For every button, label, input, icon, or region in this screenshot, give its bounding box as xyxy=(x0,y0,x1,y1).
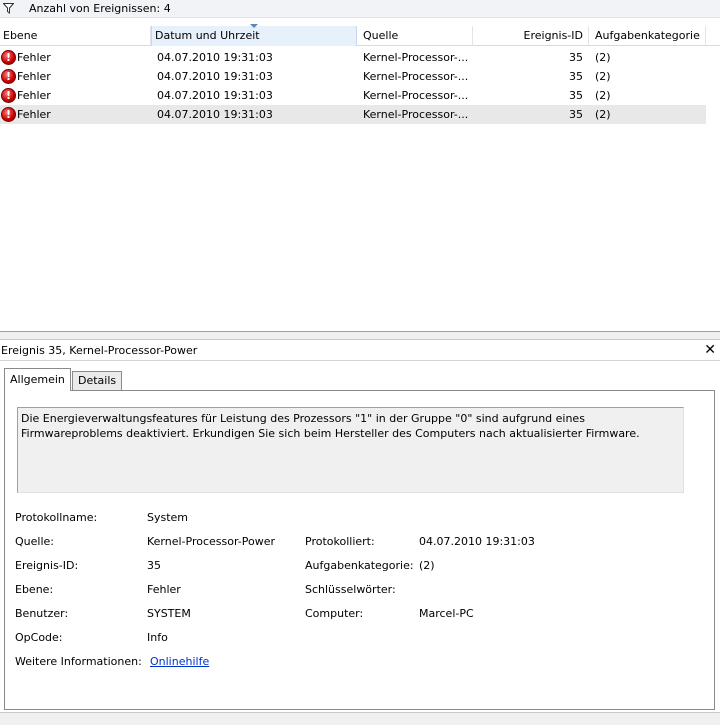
cell-source: Kernel-Processor-... xyxy=(363,70,469,83)
column-header-datum-label: Datum und Uhrzeit xyxy=(155,29,260,42)
onlinehilfe-link[interactable]: Onlinehilfe xyxy=(150,655,209,668)
cell-category: (2) xyxy=(595,89,611,102)
label-protokolliert: Protokolliert: xyxy=(305,535,375,548)
value-quelle: Kernel-Processor-Power xyxy=(147,535,276,548)
table-row-selected[interactable]: ! Fehler 04.07.2010 19:31:03 Kernel-Proc… xyxy=(0,105,706,124)
value-ereignis-id: 35 xyxy=(147,559,161,572)
label-ebene: Ebene: xyxy=(15,583,54,596)
cell-source: Kernel-Processor-... xyxy=(363,108,469,121)
value-protokollname: System xyxy=(147,511,189,524)
error-icon: ! xyxy=(1,50,16,65)
column-header-aufgabenkategorie[interactable]: Aufgabenkategorie xyxy=(589,26,706,46)
cell-datetime: 04.07.2010 19:31:03 xyxy=(157,108,273,121)
filter-funnel-icon[interactable] xyxy=(3,3,14,14)
event-message-box[interactable]: Die Energieverwaltungsfeatures für Leist… xyxy=(17,407,684,493)
cell-category: (2) xyxy=(595,108,611,121)
cell-level: Fehler xyxy=(17,108,51,121)
label-opcode: OpCode: xyxy=(15,631,63,644)
column-header-quelle[interactable]: Quelle xyxy=(357,26,473,46)
cell-source: Kernel-Processor-... xyxy=(363,89,469,102)
pane-splitter[interactable] xyxy=(0,331,720,340)
value-ebene: Fehler xyxy=(147,583,181,596)
cell-event-id: 35 xyxy=(569,89,583,102)
error-icon: ! xyxy=(1,88,16,103)
event-list-header: Ebene Datum und Uhrzeit Quelle Ereignis-… xyxy=(0,24,720,46)
cell-event-id: 35 xyxy=(569,70,583,83)
label-aufgabenkategorie: Aufgabenkategorie: xyxy=(305,559,414,572)
label-quelle: Quelle: xyxy=(15,535,54,548)
label-protokollname: Protokollname: xyxy=(15,511,98,524)
label-ereignis-id: Ereignis-ID: xyxy=(15,559,79,572)
column-header-datum[interactable]: Datum und Uhrzeit xyxy=(151,24,357,46)
error-icon: ! xyxy=(1,107,16,122)
cell-datetime: 04.07.2010 19:31:03 xyxy=(157,70,273,83)
column-header-ebene[interactable]: Ebene xyxy=(0,26,151,46)
table-row[interactable]: ! Fehler 04.07.2010 19:31:03 Kernel-Proc… xyxy=(0,86,706,105)
label-weitere-informationen: Weitere Informationen: xyxy=(15,655,142,668)
label-schluesselwoerter: Schlüsselwörter: xyxy=(305,583,396,596)
cell-datetime: 04.07.2010 19:31:03 xyxy=(157,51,273,64)
cell-event-id: 35 xyxy=(569,51,583,64)
value-computer: Marcel-PC xyxy=(419,607,474,620)
detail-tabs: Allgemein Details xyxy=(0,368,720,391)
cell-datetime: 04.07.2010 19:31:03 xyxy=(157,89,273,102)
value-aufgabenkategorie: (2) xyxy=(419,559,435,572)
event-list: ! Fehler 04.07.2010 19:31:03 Kernel-Proc… xyxy=(0,47,720,331)
cell-event-id: 35 xyxy=(569,108,583,121)
detail-pane-header: Ereignis 35, Kernel-Processor-Power ✕ xyxy=(0,341,720,361)
error-icon: ! xyxy=(1,69,16,84)
cell-category: (2) xyxy=(595,51,611,64)
cell-level: Fehler xyxy=(17,51,51,64)
table-row[interactable]: ! Fehler 04.07.2010 19:31:03 Kernel-Proc… xyxy=(0,67,706,86)
table-row[interactable]: ! Fehler 04.07.2010 19:31:03 Kernel-Proc… xyxy=(0,48,706,67)
cell-category: (2) xyxy=(595,70,611,83)
label-computer: Computer: xyxy=(305,607,364,620)
status-bar xyxy=(0,712,720,725)
tab-details[interactable]: Details xyxy=(72,371,123,391)
value-opcode: Info xyxy=(147,631,168,644)
event-count-label: Anzahl von Ereignissen: 4 xyxy=(29,2,171,15)
value-protokolliert: 04.07.2010 19:31:03 xyxy=(419,535,535,548)
label-benutzer: Benutzer: xyxy=(15,607,69,620)
cell-level: Fehler xyxy=(17,70,51,83)
filter-bar: Anzahl von Ereignissen: 4 xyxy=(0,0,720,18)
close-icon[interactable]: ✕ xyxy=(704,342,716,358)
value-benutzer: SYSTEM xyxy=(147,607,191,620)
sort-descending-icon xyxy=(250,24,258,28)
cell-level: Fehler xyxy=(17,89,51,102)
cell-source: Kernel-Processor-... xyxy=(363,51,469,64)
column-header-ereignis-id[interactable]: Ereignis-ID xyxy=(473,26,589,46)
detail-title: Ereignis 35, Kernel-Processor-Power xyxy=(1,344,198,357)
tab-allgemein[interactable]: Allgemein xyxy=(4,368,71,391)
